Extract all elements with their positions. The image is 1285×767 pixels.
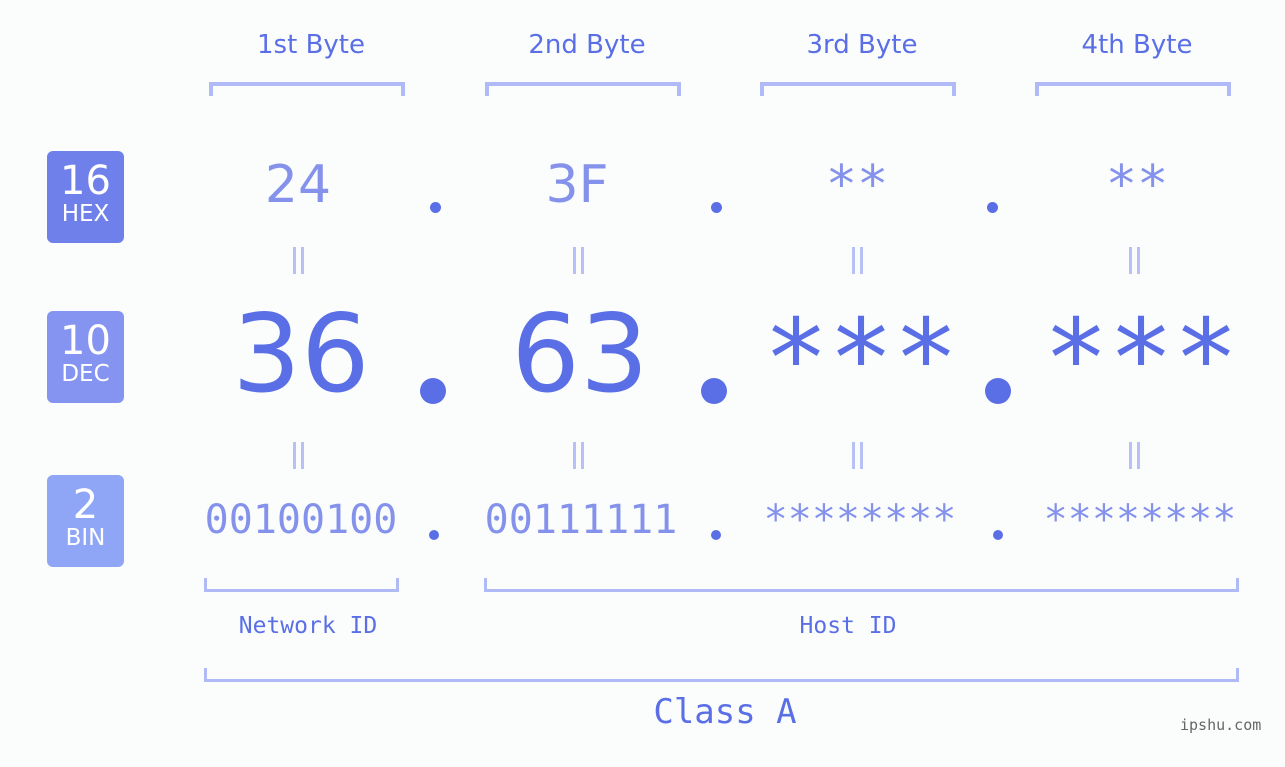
hex-byte-3: **	[825, 155, 889, 215]
byte-bracket-4	[1035, 82, 1231, 96]
dec-badge-label: DEC	[61, 361, 110, 387]
hex-badge-number: 16	[60, 158, 111, 204]
equals-icon	[852, 442, 863, 469]
class-label: Class A	[653, 692, 797, 732]
bin-separator-dot	[993, 530, 1003, 540]
dec-separator-dot	[420, 378, 446, 404]
byte-header-1: 1st Byte	[257, 30, 365, 60]
equals-icon	[573, 247, 584, 274]
bin-separator-dot	[429, 530, 439, 540]
hex-byte-1: 24	[264, 155, 332, 215]
hex-separator-dot	[430, 202, 441, 213]
bin-byte-3: ********	[763, 497, 957, 543]
equals-icon	[573, 442, 584, 469]
byte-bracket-3	[760, 82, 956, 96]
hex-byte-4: **	[1105, 155, 1169, 215]
byte-header-2: 2nd Byte	[528, 30, 646, 60]
dec-byte-2: 63	[511, 292, 649, 417]
dec-separator-dot	[985, 378, 1011, 404]
bin-byte-2: 00111111	[484, 497, 678, 543]
hex-separator-dot	[711, 202, 722, 213]
dec-byte-4: ***	[1043, 297, 1239, 422]
equals-icon	[293, 247, 304, 274]
dec-badge-number: 10	[60, 318, 111, 364]
equals-icon	[293, 442, 304, 469]
byte-header-3: 3rd Byte	[806, 30, 918, 60]
dec-badge: 10 DEC	[47, 311, 124, 403]
dec-byte-1: 36	[232, 292, 370, 417]
equals-icon	[1129, 442, 1140, 469]
hex-byte-2: 3F	[545, 155, 609, 215]
host-id-bracket	[484, 578, 1239, 592]
hex-separator-dot	[987, 202, 998, 213]
bin-byte-4: ********	[1043, 497, 1237, 543]
byte-header-4: 4th Byte	[1081, 30, 1193, 60]
host-id-label: Host ID	[799, 613, 897, 639]
hex-badge-label: HEX	[61, 201, 110, 227]
bin-badge-label: BIN	[65, 525, 106, 551]
network-id-label: Network ID	[238, 613, 378, 639]
equals-icon	[852, 247, 863, 274]
bin-badge-number: 2	[72, 482, 99, 528]
class-bracket	[204, 668, 1239, 682]
byte-bracket-2	[485, 82, 681, 96]
byte-bracket-1	[209, 82, 405, 96]
dec-separator-dot	[701, 378, 727, 404]
bin-byte-1: 00100100	[204, 497, 398, 543]
hex-badge: 16 HEX	[47, 151, 124, 243]
network-id-bracket	[204, 578, 399, 592]
watermark: ipshu.com	[1180, 716, 1262, 734]
dec-byte-3: ***	[763, 297, 959, 422]
bin-badge: 2 BIN	[47, 475, 124, 567]
equals-icon	[1129, 247, 1140, 274]
bin-separator-dot	[711, 530, 721, 540]
